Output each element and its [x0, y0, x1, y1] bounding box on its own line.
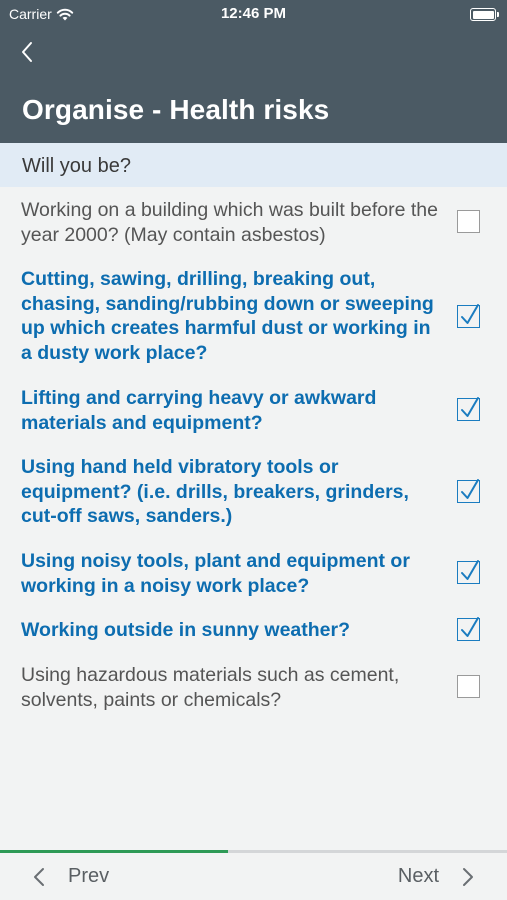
checkmark-icon	[461, 617, 479, 637]
question-text: Using noisy tools, plant and equipment o…	[21, 550, 410, 597]
checkmark-icon	[461, 560, 479, 580]
status-bar: Carrier 12:46 PM	[0, 0, 507, 30]
checkmark-icon	[461, 479, 479, 499]
question-text: Lifting and carrying heavy or awkward ma…	[21, 387, 377, 434]
question-checkbox[interactable]	[457, 560, 480, 584]
question-checkbox[interactable]	[457, 675, 480, 698]
chevron-right-icon	[463, 867, 473, 886]
section-label: Will you be?	[22, 155, 131, 177]
prev-button[interactable]: Prev	[30, 865, 109, 888]
section-header: Will you be?	[0, 143, 507, 187]
chevron-left-icon	[34, 867, 44, 886]
question-checkbox[interactable]	[457, 617, 480, 641]
battery-icon	[470, 8, 499, 21]
chevron-left-icon	[22, 42, 32, 62]
page-title: Organise - Health risks	[22, 94, 330, 125]
prev-label: Prev	[68, 865, 110, 887]
question-text: Using hand held vibratory tools or equip…	[21, 456, 409, 527]
checkmark-icon	[461, 397, 479, 417]
question-checkbox[interactable]	[457, 210, 480, 233]
question-checkbox[interactable]	[457, 397, 480, 421]
next-button[interactable]: Next	[398, 865, 477, 888]
question-checkbox[interactable]	[457, 479, 480, 503]
back-button[interactable]	[14, 38, 42, 66]
question-text: Using hazardous materials such as cement…	[21, 664, 400, 711]
next-label: Next	[397, 865, 439, 887]
footer-nav: Prev Next	[0, 853, 507, 900]
nav-header: Carrier 12:46 PM Organise - Health risks	[0, 0, 507, 143]
status-time: 12:46 PM	[220, 5, 287, 22]
checkmark-icon	[461, 304, 479, 324]
question-text: Working on a building which was built be…	[21, 199, 438, 246]
question-text: Cutting, sawing, drilling, breaking out,…	[21, 268, 434, 364]
question-checkbox[interactable]	[457, 304, 480, 328]
question-text: Working outside in sunny weather?	[21, 619, 351, 641]
